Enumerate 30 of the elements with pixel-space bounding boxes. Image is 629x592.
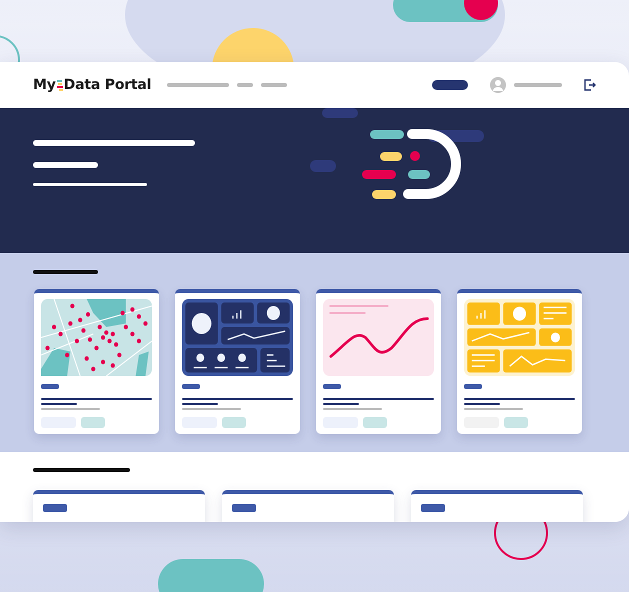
tag-bar [464,384,482,389]
text-line [41,408,100,410]
dataset-card[interactable] [175,289,300,434]
nav-button[interactable] [432,80,468,90]
text-line [464,408,523,410]
title-line [182,403,218,405]
user-name-bar [514,83,562,87]
chip [81,417,105,428]
tag-bar [182,384,200,389]
brand-logo[interactable]: My Data Portal [33,77,152,93]
chip [363,417,387,428]
tag-bar [43,504,67,512]
text-line [182,408,241,410]
title-line [464,403,500,405]
logout-icon[interactable] [584,79,596,91]
section-heading-line [33,270,98,274]
dataset-card[interactable] [316,289,441,434]
title-line [41,403,77,405]
dataset-card[interactable] [457,289,582,434]
title-line [323,403,359,405]
tag-bar [421,504,445,512]
hero-title-line [33,162,98,168]
tag-bar [232,504,256,512]
tag-bar [41,384,59,389]
tag-bar [323,384,341,389]
text-line [323,408,382,410]
dataset-card[interactable] [34,289,159,434]
chip [504,417,528,428]
chip [222,417,246,428]
color-bars-icon [56,80,65,90]
